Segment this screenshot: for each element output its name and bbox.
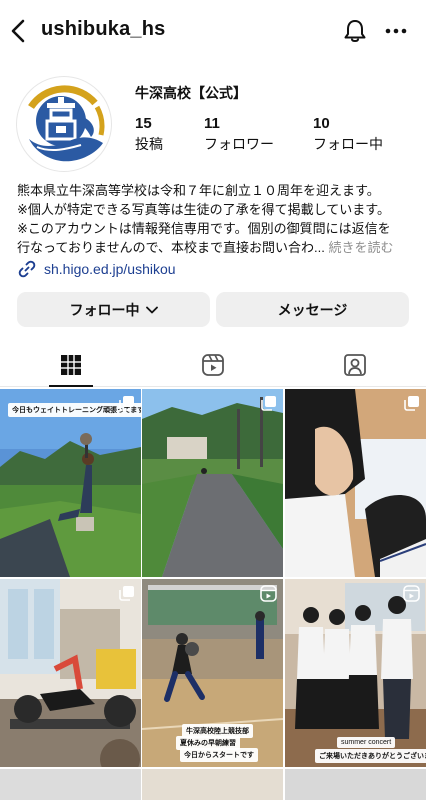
followers-count[interactable]: 11 フォロワー — [204, 115, 274, 154]
bio-read-more-link[interactable]: 続きを読む — [329, 240, 394, 255]
reels-icon — [202, 354, 224, 376]
profile-link[interactable]: sh.higo.ed.jp/ushikou — [17, 259, 176, 279]
post-thumbnail[interactable] — [0, 769, 141, 800]
chevron-down-icon — [145, 306, 158, 313]
bio-line: ※このアカウントは情報発信専用です。個別の御質問には返信を — [17, 221, 391, 236]
post-thumbnail[interactable] — [142, 769, 283, 800]
profile-link-text[interactable]: sh.higo.ed.jp/ushikou — [44, 261, 176, 277]
link-icon — [18, 260, 36, 278]
followers-count-value: 11 — [204, 115, 220, 132]
post-thumbnail[interactable] — [285, 769, 426, 800]
following-count[interactable]: 10 フォロー中 — [313, 115, 383, 154]
more-options-icon[interactable] — [384, 27, 408, 35]
multiple-photos-icon — [119, 586, 134, 601]
grid-icon — [61, 355, 81, 375]
tagged-icon — [344, 354, 366, 376]
reel-icon — [260, 585, 277, 602]
post-photo — [285, 389, 426, 577]
post-photo — [0, 579, 141, 767]
post-caption-overlay: ご来場いただきありがとうございました！ — [315, 749, 426, 763]
followers-count-label: フォロワー — [204, 136, 274, 152]
message-button-label: メッセージ — [277, 301, 348, 318]
post-thumbnail[interactable] — [285, 389, 426, 577]
post-thumbnail[interactable]: summer concert ご来場いただきありがとうございました！ — [285, 579, 426, 767]
multiple-photos-icon — [261, 396, 276, 411]
bio-line: 行なっておりませんので、本校まで直接お問い合わ... — [17, 240, 325, 255]
top-bar: ushibuka_hs — [0, 0, 426, 62]
notification-bell-icon[interactable] — [342, 18, 368, 44]
profile-display-name: 牛深高校【公式】 — [135, 85, 247, 101]
back-arrow-icon[interactable] — [8, 18, 30, 44]
profile-bio: 熊本県立牛深高等学校は令和７年に創立１０周年を迎えます。 ※個人が特定できる写真… — [17, 181, 413, 257]
post-thumbnail[interactable] — [0, 579, 141, 767]
bio-last-line: 行なっておりませんので、本校まで直接お問い合わ... 続きを読む — [17, 238, 413, 257]
tab-tagged[interactable] — [284, 343, 426, 387]
post-photo — [0, 389, 141, 577]
post-thumbnail[interactable] — [142, 389, 283, 577]
following-button-label: フォロー中 — [69, 301, 140, 318]
following-count-value: 10 — [313, 115, 330, 132]
message-button[interactable]: メッセージ — [216, 292, 409, 327]
post-photo — [142, 389, 283, 577]
posts-count-value: 15 — [135, 115, 152, 132]
posts-count[interactable]: 15 投稿 — [135, 115, 163, 154]
bio-line: 熊本県立牛深高等学校は令和７年に創立１０周年を迎えます。 — [17, 183, 380, 198]
reel-icon — [403, 585, 420, 602]
multiple-photos-icon — [404, 396, 419, 411]
following-button[interactable]: フォロー中 — [17, 292, 210, 327]
tab-reels[interactable] — [142, 343, 284, 387]
posts-count-label: 投稿 — [135, 136, 163, 152]
bio-line: ※個人が特定できる写真等は生徒の了承を得て掲載しています。 — [17, 202, 390, 217]
profile-avatar[interactable] — [16, 76, 112, 172]
active-tab-indicator — [49, 385, 93, 387]
profile-username: ushibuka_hs — [41, 18, 166, 40]
tab-posts-grid[interactable] — [0, 343, 142, 387]
following-count-label: フォロー中 — [313, 136, 383, 152]
post-thumbnail[interactable]: 今日もウェイトトレーニング頑張ってます — [0, 389, 141, 577]
post-caption-overlay: 今日からスタートです — [180, 748, 258, 762]
multiple-photos-icon — [119, 396, 134, 411]
profile-tabs — [0, 343, 426, 387]
school-logo — [21, 81, 109, 169]
post-thumbnail[interactable]: 牛深高校陸上競技部 夏休みの早朝練習 今日からスタートです — [142, 579, 283, 767]
post-caption-overlay: summer concert — [337, 737, 396, 748]
